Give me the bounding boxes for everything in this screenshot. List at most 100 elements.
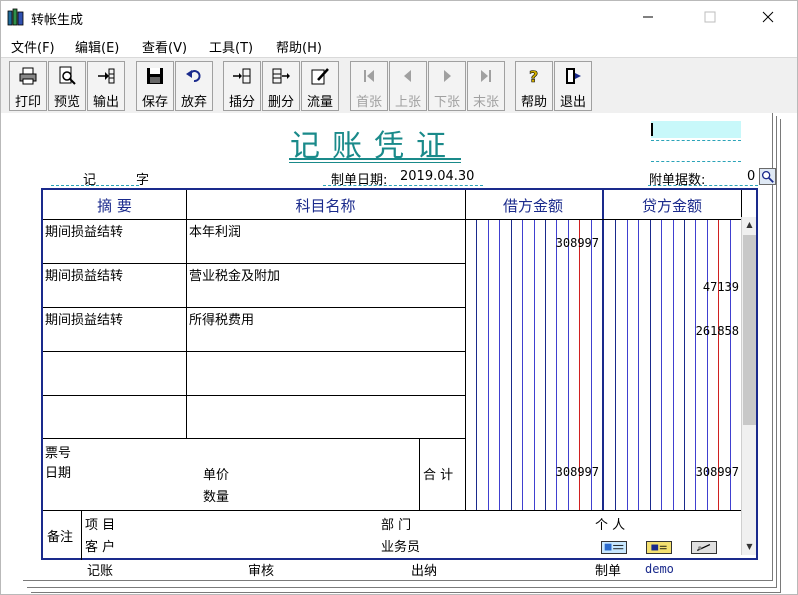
- minimize-button[interactable]: [625, 1, 671, 33]
- menu-help[interactable]: 帮助(H): [276, 37, 322, 56]
- row-1-debit[interactable]: 308997: [483, 236, 599, 250]
- project-label: 项 目: [85, 518, 116, 533]
- last-voucher-button[interactable]: 末张: [467, 61, 505, 111]
- voucher-number-input[interactable]: [651, 121, 741, 138]
- separator: [465, 190, 466, 510]
- dashed-line: [651, 161, 741, 162]
- header-credit: 贷方金额: [641, 197, 702, 215]
- title-underline: [289, 158, 461, 160]
- preview-icon: [59, 66, 76, 85]
- reviewer-label: 审核: [248, 564, 275, 579]
- row-divider: [43, 351, 465, 352]
- row-3-summary[interactable]: 期间损益结转: [45, 309, 123, 328]
- total-credit: 308997: [695, 465, 739, 479]
- bookkeeper-label: 记账: [87, 564, 114, 579]
- id-card-icon[interactable]: [646, 541, 672, 554]
- print-button[interactable]: 打印: [9, 61, 47, 111]
- help-button[interactable]: ? 帮助: [515, 61, 553, 111]
- header-summary: 摘 要: [97, 197, 132, 215]
- toolbar: 打印 预览 输出 保存 放弃 插分 删分 流量 首张 上张 下张 末张 ? 帮助…: [1, 57, 797, 113]
- dashed-line: [323, 185, 483, 186]
- maximize-button[interactable]: [687, 1, 733, 33]
- ticket-date-label: 日期: [45, 466, 72, 481]
- voucher-sheet: 记账凭证 记 字 制单日期: 2019.04.30 附单据数: 0 摘 要 科目…: [23, 113, 776, 581]
- title-underline-thin: [289, 162, 461, 163]
- header-account: 科目名称: [295, 197, 356, 215]
- vertical-scrollbar[interactable]: ▲ ▼: [741, 217, 756, 555]
- cash-flow-button[interactable]: 流量: [301, 61, 339, 111]
- menu-bar: 文件(F) 编辑(E) 查看(V) 工具(T) 帮助(H): [1, 34, 797, 56]
- date-value[interactable]: 2019.04.30: [400, 169, 474, 184]
- export-button[interactable]: 输出: [87, 61, 125, 111]
- customer-label: 客 户: [85, 540, 116, 555]
- minimize-icon: [643, 16, 653, 18]
- menu-edit[interactable]: 编辑(E): [75, 37, 119, 56]
- books-icon: [7, 8, 24, 26]
- menu-view[interactable]: 查看(V): [142, 37, 187, 56]
- pen-edit-icon: [311, 68, 329, 85]
- scroll-down-icon[interactable]: ▼: [742, 539, 757, 555]
- row-divider: [43, 307, 465, 308]
- row-2-credit[interactable]: 47139: [623, 280, 739, 294]
- question-mark-icon: ?: [529, 67, 539, 86]
- maker-value: demo: [645, 562, 674, 576]
- scroll-up-icon[interactable]: ▲: [742, 217, 757, 233]
- title-bar: 转帐生成: [1, 1, 797, 33]
- insert-entry-button[interactable]: 插分: [223, 61, 261, 111]
- row-1-summary[interactable]: 期间损益结转: [45, 221, 123, 240]
- row-divider: [43, 219, 741, 220]
- next-icon: [444, 70, 451, 82]
- scroll-thumb[interactable]: [743, 235, 756, 425]
- row-2-summary[interactable]: 期间损益结转: [45, 265, 123, 284]
- printer-icon: [19, 67, 37, 85]
- cashier-label: 出纳: [411, 564, 438, 579]
- delete-entry-button[interactable]: 删分: [262, 61, 300, 111]
- remarks-label: 备注: [47, 530, 74, 545]
- save-button[interactable]: 保存: [136, 61, 174, 111]
- row-divider: [43, 395, 465, 396]
- previous-voucher-button[interactable]: 上张: [389, 61, 427, 111]
- first-icon: [364, 70, 374, 82]
- separator: [419, 438, 420, 510]
- dashed-line: [51, 185, 139, 186]
- next-voucher-button[interactable]: 下张: [428, 61, 466, 111]
- separator: [602, 190, 604, 510]
- floppy-disk-icon: [147, 68, 163, 84]
- separator: [186, 190, 187, 438]
- separator: [81, 510, 82, 560]
- total-label: 合 计: [423, 468, 454, 483]
- magnifier-icon[interactable]: [759, 168, 776, 185]
- preview-button[interactable]: 预览: [48, 61, 86, 111]
- digit-line: [615, 219, 616, 510]
- exit-door-icon: [566, 68, 581, 84]
- discard-button[interactable]: 放弃: [175, 61, 213, 111]
- salesman-label: 业务员: [381, 540, 421, 555]
- department-label: 部 门: [381, 518, 412, 533]
- menu-file[interactable]: 文件(F): [11, 37, 55, 56]
- ticket-number-label: 票号: [45, 446, 72, 461]
- quantity-label: 数量: [203, 490, 230, 505]
- row-3-account[interactable]: 所得税费用: [189, 309, 254, 328]
- insert-row-icon: [233, 68, 251, 84]
- maker-label: 制单: [595, 564, 622, 579]
- voucher-entry-grid: 摘 要 科目名称 借方金额 贷方金额 期间损益结转 本年利润 308997 期间…: [41, 188, 758, 560]
- row-1-account[interactable]: 本年利润: [189, 221, 241, 240]
- voucher-window: 转帐生成 文件(F) 编辑(E) 查看(V) 工具(T) 帮助(H) 打印 预览…: [0, 0, 798, 595]
- individual-label: 个 人: [595, 518, 626, 533]
- export-icon: [98, 68, 115, 84]
- row-2-account[interactable]: 营业税金及附加: [189, 265, 280, 284]
- tools-icon[interactable]: [691, 541, 717, 554]
- card-list-icon[interactable]: [601, 541, 627, 554]
- close-button[interactable]: [745, 1, 791, 33]
- undo-icon: [186, 70, 201, 82]
- menu-tools[interactable]: 工具(T): [209, 37, 253, 56]
- header-debit: 借方金额: [502, 197, 563, 215]
- exit-button[interactable]: 退出: [554, 61, 592, 111]
- row-divider: [43, 438, 465, 439]
- window-title: 转帐生成: [31, 13, 84, 28]
- dashed-line: [651, 140, 741, 141]
- attachments-count[interactable]: 0: [747, 169, 755, 184]
- first-voucher-button[interactable]: 首张: [350, 61, 388, 111]
- text-cursor: [651, 123, 653, 136]
- row-3-credit[interactable]: 261858: [623, 324, 739, 338]
